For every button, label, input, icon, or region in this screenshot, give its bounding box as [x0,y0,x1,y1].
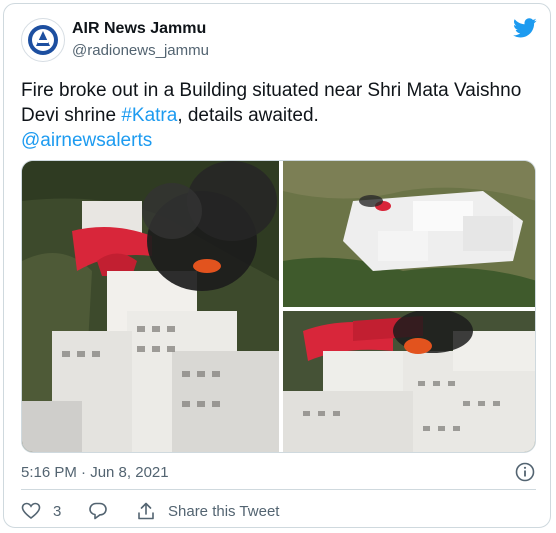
like-button[interactable]: 3 [21,501,61,521]
tweet-timestamp[interactable]: 5:16 PM · Jun 8, 2021 [21,464,169,481]
share-label: Share this Tweet [168,502,280,520]
divider [21,489,536,490]
media-grid [21,160,536,453]
air-logo-icon [28,25,58,55]
share-button[interactable]: Share this Tweet [136,501,279,521]
reply-icon [89,502,107,520]
fire-smoke-image [283,311,535,452]
author-name[interactable]: AIR News Jammu [72,20,206,38]
photo-fire-closeup[interactable] [22,161,279,452]
mention-link[interactable]: @airnewsalerts [21,130,152,151]
hashtag-link[interactable]: #Katra [121,105,177,126]
reply-button[interactable] [88,501,108,521]
info-icon[interactable] [515,462,535,482]
photo-shrine-aerial[interactable] [283,161,535,307]
like-count: 3 [53,502,62,520]
fire-closeup-image [22,161,279,452]
photo-fire-smoke[interactable] [283,311,535,452]
shrine-aerial-image [283,161,535,307]
twitter-bird-icon[interactable] [513,18,537,40]
tweet-card: AIR News Jammu @radionews_jammu Fire bro… [3,3,551,528]
tweet-text: Fire broke out in a Building situated ne… [21,78,536,153]
share-icon [138,502,154,520]
heart-icon [21,502,41,520]
tweet-text-tail: , details awaited. [177,105,319,126]
avatar[interactable] [21,18,65,62]
author-handle[interactable]: @radionews_jammu [72,42,209,59]
